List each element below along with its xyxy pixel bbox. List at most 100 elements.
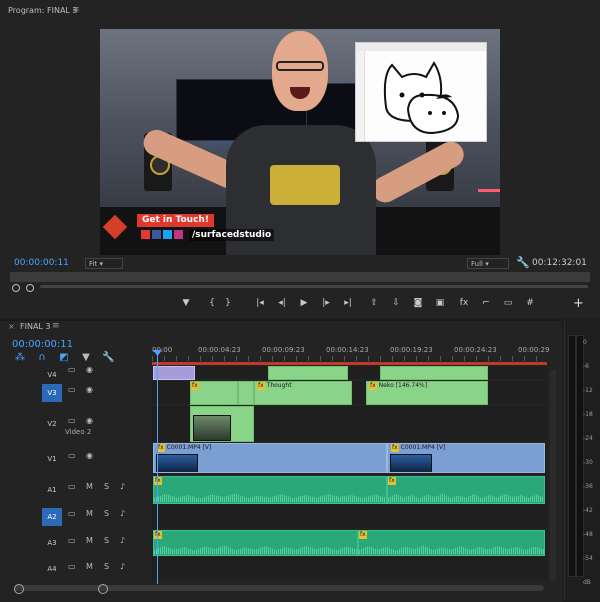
scroll-handle-left[interactable] [14,584,24,594]
main-video-clip[interactable]: fx C0001.MP4 [V] [153,443,387,473]
timeline-v-scrollbar[interactable] [550,370,556,580]
extract-icon[interactable]: ⇩ [388,296,404,310]
sequence-menu-icon[interactable]: ≡ [52,321,60,331]
audio-clip[interactable]: fx [153,476,387,504]
neko-clip[interactable]: fx Neko [146.74%] [366,381,488,405]
toggle-sync-lock-icon[interactable]: ▭ [68,482,76,491]
toggle-output-icon[interactable]: ▭ [68,416,76,425]
sequence-timecode[interactable]: 00:00:00:11 [12,339,73,350]
playhead[interactable] [157,352,158,584]
track-lane-a4[interactable] [152,557,547,580]
audio-clip[interactable]: fx [153,530,358,556]
multicam-icon[interactable]: ▭ [500,296,516,310]
mark-out-icon[interactable]: } [220,296,236,310]
grid-icon[interactable]: # [522,296,538,310]
zoom-select[interactable]: Fit ▾ [85,258,123,269]
video-clip[interactable] [238,381,254,405]
track-target-a4[interactable]: A4 [42,560,62,578]
video-2-clip[interactable] [190,406,254,442]
voice-over-record-icon[interactable]: ♪ [120,482,125,491]
marker-icon[interactable]: ▼ [178,296,194,310]
step-back-icon[interactable]: ◂| [274,296,290,310]
program-menu-icon[interactable]: ≡ [72,5,80,15]
meter-scale-label: -24 [583,435,593,442]
work-area-bar[interactable] [152,362,547,365]
thought-clip[interactable]: fx Thought [254,381,352,405]
timeline-settings-icon[interactable]: 🔧 [102,352,114,364]
timeline-h-scrollbar[interactable] [14,585,544,591]
add-marker-icon[interactable]: ▼ [80,352,92,364]
resolution-select[interactable]: Full ▾ [467,258,509,269]
track-lane-a2[interactable] [152,504,547,528]
mute-button[interactable]: M [86,482,93,491]
audio-clip[interactable]: fx [358,530,545,556]
mark-in-icon[interactable]: { [204,296,220,310]
solo-button[interactable]: S [104,509,109,518]
linked-selection-icon[interactable]: ◩ [58,352,70,364]
close-icon[interactable]: × [8,322,15,331]
track-header-v3: V3 ▭ ◉ [0,381,150,405]
track-target-a1[interactable]: A1 [42,481,62,499]
track-target-v3[interactable]: V3 [42,384,62,402]
export-frame-icon[interactable]: ◙ [410,296,426,310]
track-target-a2[interactable]: A2 [42,507,62,526]
adjustment-clip[interactable] [153,366,195,380]
track-target-v1[interactable]: V1 [42,450,62,468]
play-icon[interactable]: ▶ [296,296,312,310]
solo-button[interactable]: S [104,562,109,571]
video-clip[interactable]: fx [190,381,238,405]
ruler-ticks [152,356,547,361]
ruler-label: 00:00:24:23 [454,346,497,354]
main-video-clip[interactable]: fx C0001.MP4 [V] [387,443,545,473]
fx-icon[interactable]: fx [456,296,472,310]
solo-button[interactable]: S [104,536,109,545]
mute-button[interactable]: M [86,509,93,518]
lift-icon[interactable]: ⇪ [366,296,382,310]
mute-button[interactable]: M [86,536,93,545]
eye-icon[interactable]: ◉ [86,365,93,374]
program-timecode[interactable]: 00:00:00:11 [14,258,69,268]
program-zoom-scrollbar[interactable] [40,285,588,288]
scroll-handle-right[interactable] [26,284,34,292]
meter-scale-label: -6 [583,363,589,370]
toggle-output-icon[interactable]: ▭ [68,365,76,374]
program-title[interactable]: Program: FINAL 3 [8,6,78,15]
eye-icon[interactable]: ◉ [86,451,93,460]
voice-over-record-icon[interactable]: ♪ [120,509,125,518]
video-clip[interactable] [268,366,348,380]
safe-margins-icon[interactable]: ⌐ [478,296,494,310]
voice-over-record-icon[interactable]: ♪ [120,536,125,545]
sequence-tab[interactable]: FINAL 3 [20,322,51,331]
toggle-output-icon[interactable]: ▭ [68,451,76,460]
mute-button[interactable]: M [86,562,93,571]
nest-icon[interactable]: ⁂ [14,352,26,364]
go-to-in-icon[interactable]: |◂ [252,296,268,310]
track-target-a3[interactable]: A3 [42,534,62,552]
video-clip[interactable] [380,366,488,380]
toggle-output-icon[interactable]: ▭ [68,385,76,394]
fx-badge: fx [391,444,399,452]
compare-icon[interactable]: ▣ [432,296,448,310]
voice-over-record-icon[interactable]: ♪ [120,562,125,571]
step-forward-icon[interactable]: |▸ [318,296,334,310]
button-editor-add-button[interactable]: + [573,296,584,311]
snap-icon[interactable]: ∩ [36,352,48,364]
wrench-icon[interactable]: 🔧 [516,256,530,269]
eye-icon[interactable]: ◉ [86,385,93,394]
go-to-out-icon[interactable]: ▸| [340,296,356,310]
toggle-sync-lock-icon[interactable]: ▭ [68,536,76,545]
audio-clip[interactable]: fx [387,476,545,504]
resolution-select-value: Full [471,260,483,268]
clip-thumbnail [156,454,198,472]
track-target-v2[interactable]: V2 [42,415,62,433]
studio-logo [102,214,128,240]
program-scrub-bar[interactable] [10,272,590,282]
toggle-sync-lock-icon[interactable]: ▭ [68,509,76,518]
solo-button[interactable]: S [104,482,109,491]
scroll-handle-left[interactable] [12,284,20,292]
lower-third-handle: /surfacedstudio [189,229,275,241]
scroll-handle-right[interactable] [98,584,108,594]
meter-channel-left [568,335,576,577]
eye-icon[interactable]: ◉ [86,416,93,425]
toggle-sync-lock-icon[interactable]: ▭ [68,562,76,571]
